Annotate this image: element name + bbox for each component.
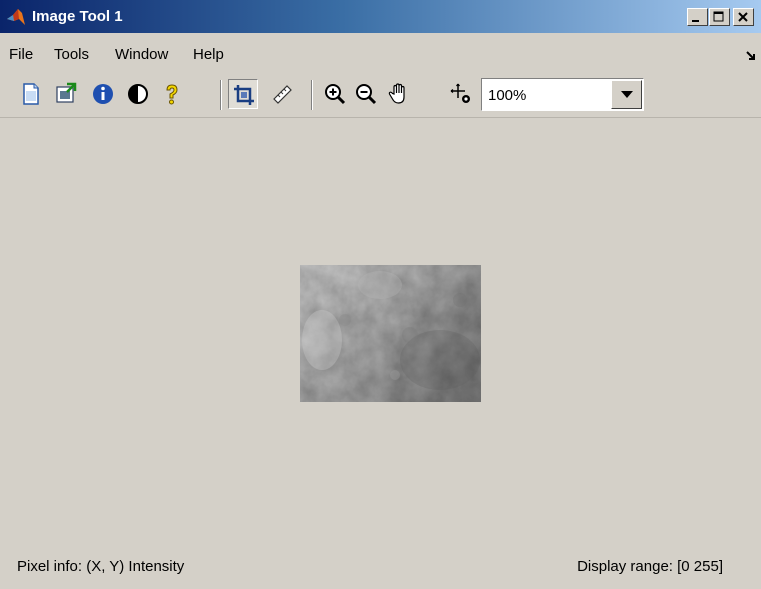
measure-distance-icon	[273, 85, 292, 104]
pan-icon	[388, 83, 405, 104]
help-button[interactable]	[157, 79, 187, 109]
zoom-out-icon	[356, 84, 377, 105]
close-button[interactable]	[733, 8, 754, 26]
minimize-button[interactable]	[687, 8, 708, 26]
help-icon	[166, 84, 178, 105]
image-information-button[interactable]	[88, 79, 118, 109]
new-figure-icon	[23, 83, 39, 105]
adjust-contrast-icon	[128, 84, 148, 104]
zoom-level-combo[interactable]: 100%	[481, 78, 644, 111]
display-range-readout: Display range: [0 255]	[577, 558, 723, 575]
pixel-region-button[interactable]	[446, 79, 476, 109]
measure-distance-button[interactable]	[268, 79, 298, 109]
zoom-in-icon	[325, 84, 346, 105]
pixel-info-readout: Pixel info: (X, Y) Intensity	[17, 558, 185, 575]
zoom-out-button[interactable]	[351, 79, 381, 109]
menu-file[interactable]: File	[9, 46, 33, 63]
close-icon	[738, 12, 748, 22]
image-information-icon	[93, 84, 113, 104]
zoom-level-value: 100%	[488, 87, 527, 104]
toolbar: 100%	[0, 73, 761, 118]
pan-button[interactable]	[383, 79, 413, 109]
maximize-button[interactable]	[709, 8, 730, 26]
matlab-logo-icon	[7, 9, 25, 25]
zoom-in-button[interactable]	[320, 79, 350, 109]
toolbar-separator	[311, 80, 313, 110]
toolbar-separator	[220, 80, 222, 110]
menu-help[interactable]: Help	[193, 46, 224, 63]
title-bar[interactable]: Image Tool 1	[0, 0, 761, 33]
menu-tools[interactable]: Tools	[54, 46, 89, 63]
export-icon	[56, 82, 77, 103]
zoom-dropdown-button[interactable]	[611, 80, 642, 109]
export-button[interactable]	[51, 79, 81, 109]
dock-arrow-icon[interactable]	[744, 49, 758, 63]
crop-icon	[234, 85, 254, 105]
pixel-region-icon	[450, 83, 470, 103]
image-display-area[interactable]	[0, 118, 761, 548]
menu-window[interactable]: Window	[115, 46, 168, 63]
status-bar: Pixel info: (X, Y) Intensity Display ran…	[0, 548, 761, 589]
adjust-contrast-button[interactable]	[123, 79, 153, 109]
chevron-down-icon	[621, 91, 633, 98]
minimize-icon	[692, 20, 699, 22]
window-title: Image Tool 1	[32, 8, 123, 25]
maximize-icon	[713, 11, 724, 22]
new-figure-button[interactable]	[16, 79, 46, 109]
moon-texture	[300, 265, 481, 402]
crop-button[interactable]	[228, 79, 258, 109]
displayed-image[interactable]	[300, 265, 481, 402]
menu-bar: File Tools Window Help	[0, 33, 761, 73]
image-tool-window: Image Tool 1 File Tools Window Help 100%…	[0, 0, 761, 589]
